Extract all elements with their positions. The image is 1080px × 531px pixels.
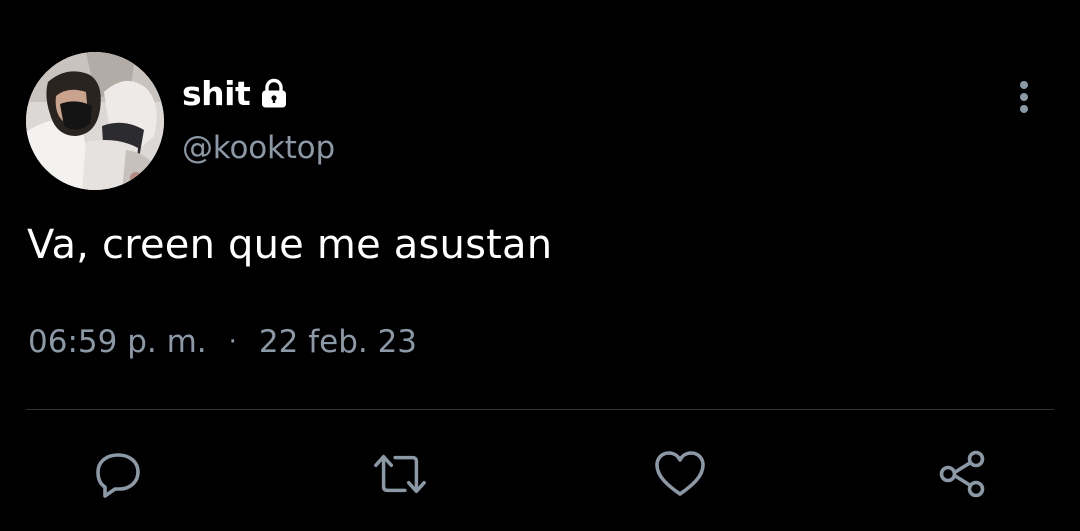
tweet-date[interactable]: 22 feb. 23 (259, 324, 417, 360)
tweet-timestamp: 06:59 p. m. · 22 feb. 23 (28, 324, 417, 360)
avatar-photo (26, 52, 164, 190)
user-handle[interactable]: @kooktop (182, 130, 335, 166)
display-name[interactable]: shit (182, 74, 251, 113)
reply-icon (96, 453, 140, 498)
avatar[interactable] (26, 52, 164, 190)
divider (26, 409, 1054, 410)
tweet-text: Va, creen que me asustan (27, 222, 553, 268)
share-icon (939, 450, 985, 498)
heart-icon (655, 451, 705, 496)
tweet-time[interactable]: 06:59 p. m. (28, 324, 207, 360)
meta-separator: · (228, 327, 237, 357)
retweet-button[interactable] (372, 446, 428, 502)
retweet-icon (374, 454, 426, 494)
lock-icon (262, 78, 287, 108)
more-options-button[interactable] (1004, 72, 1044, 122)
like-button[interactable] (652, 446, 708, 502)
more-vertical-icon (1020, 81, 1028, 113)
author-name-row: shit (182, 70, 290, 116)
share-button[interactable] (934, 446, 990, 502)
reply-button[interactable] (90, 446, 146, 502)
